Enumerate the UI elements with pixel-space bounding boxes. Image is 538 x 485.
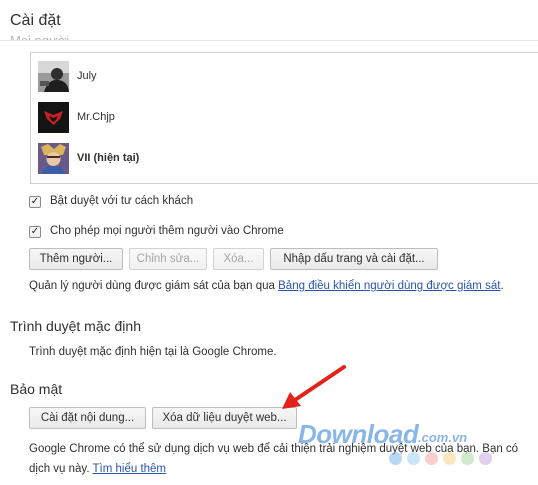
page-title: Cài đặt [10, 12, 61, 29]
profile-name: VII (hiện tại) [77, 152, 140, 164]
import-bookmarks-button[interactable]: Nhập dấu trang và cài đặt... [270, 248, 438, 270]
download-watermark-logo: Download [298, 419, 419, 449]
add-person-button[interactable]: Thêm người... [29, 248, 123, 270]
profile-row-july[interactable]: July [31, 57, 538, 95]
default-browser-title: Trình duyệt mặc định [10, 318, 141, 334]
header-divider [0, 40, 538, 41]
profile-name: Mr.Chjp [77, 111, 115, 123]
guest-browsing-checkbox[interactable]: ✓ [29, 196, 41, 208]
allow-add-person-checkbox[interactable]: ✓ [29, 226, 41, 238]
avatar [38, 61, 69, 92]
annotation-arrow-icon [282, 365, 346, 409]
watermark-domain-suffix: .com.vn [418, 430, 468, 445]
learn-more-link[interactable]: Tìm hiểu thêm [93, 463, 167, 475]
default-browser-text: Trình duyệt mặc định hiện tại là Google … [29, 346, 277, 358]
supervised-users-text: Quản lý người dùng được giám sát của bạn… [29, 280, 504, 292]
privacy-title: Bảo mật [10, 381, 63, 397]
allow-add-person-label: Cho phép mọi người thêm người vào Chrome [50, 225, 284, 237]
edit-person-button[interactable]: Chỉnh sửa... [129, 248, 207, 270]
privacy-description-tail: dịch vụ này. [29, 463, 90, 475]
supervised-users-end: . [500, 280, 504, 292]
content-settings-button[interactable]: Cài đặt nội dung... [29, 407, 146, 429]
profile-name: July [77, 70, 97, 82]
avatar [38, 102, 69, 133]
settings-page: Cài đặt Mọi người July Mr.Chjp VII (hiện… [0, 0, 538, 485]
profile-row-mr-chjp[interactable]: Mr.Chjp [31, 98, 538, 136]
avatar [38, 143, 69, 174]
remove-person-button[interactable]: Xóa... [213, 248, 264, 270]
guest-browsing-label: Bật duyệt với tư cách khách [50, 195, 194, 207]
profile-row-vii[interactable]: VII (hiện tại) [31, 139, 538, 177]
supervised-users-intro: Quản lý người dùng được giám sát của bạn… [29, 280, 275, 292]
privacy-description-end: dịch vụ này. Tìm hiểu thêm [29, 463, 166, 475]
settings-header: Cài đặt Mọi người [0, 0, 538, 41]
supervised-dashboard-link[interactable]: Bảng điều khiển người dùng được giám sát [278, 280, 500, 292]
profile-list: July Mr.Chjp VII (hiện tại) [30, 52, 538, 184]
